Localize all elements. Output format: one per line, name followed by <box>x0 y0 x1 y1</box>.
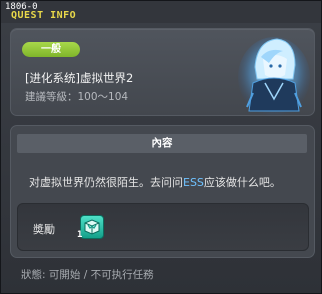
content-panel: 內容 对虚拟世界仍然很陌生。去问问ESS应该做什么吧。 奬勵 1 <box>10 125 315 258</box>
reward-box: 奬勵 1 <box>17 203 309 251</box>
quest-info-window: 1806-0 QUEST INFO 一般 [进化系统]虚拟世界2 建議等級：10… <box>0 0 322 294</box>
reward-label: 奬勵 <box>33 223 55 236</box>
teal-box-icon <box>84 219 100 235</box>
quest-description: 对虚拟世界仍然很陌生。去问问ESS应该做什么吧。 <box>29 174 281 190</box>
description-text-before: 对虚拟世界仍然很陌生。去问问 <box>29 176 183 189</box>
quest-name: [进化系统]虚拟世界2 <box>25 71 134 85</box>
recommended-level: 建議等級：100～104 <box>25 91 129 103</box>
quest-status: 狀態: 可開始 / 不可执行任務 <box>21 269 154 281</box>
title-bar[interactable]: 1806-0 QUEST INFO <box>1 1 321 23</box>
reward-item-icon[interactable] <box>80 215 104 239</box>
category-badge: 一般 <box>22 42 80 57</box>
npc-name-link[interactable]: ESS <box>183 176 204 189</box>
content-header: 內容 <box>17 134 307 153</box>
npc-portrait-icon <box>238 37 310 117</box>
reward-item-count: 1 <box>77 230 83 240</box>
quest-info-panel: 一般 [进化系统]虚拟世界2 建議等級：100～104 <box>10 28 315 117</box>
window-title: QUEST INFO <box>11 10 77 21</box>
description-text-after: 应该做什么吧。 <box>203 176 281 189</box>
